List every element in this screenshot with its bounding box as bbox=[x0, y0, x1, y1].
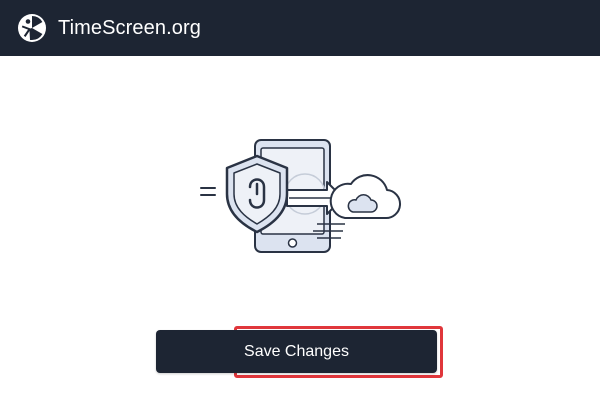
save-area: Save Changes bbox=[156, 326, 443, 378]
secure-cloud-sync-icon bbox=[195, 132, 405, 262]
timescreen-logo-icon[interactable] bbox=[17, 13, 47, 43]
save-changes-button[interactable]: Save Changes bbox=[156, 330, 437, 373]
app-header: TimeScreen.org bbox=[0, 0, 600, 56]
site-name[interactable]: TimeScreen.org bbox=[58, 17, 201, 40]
